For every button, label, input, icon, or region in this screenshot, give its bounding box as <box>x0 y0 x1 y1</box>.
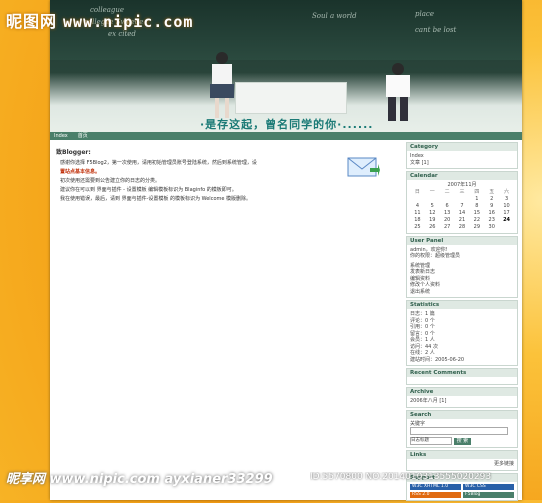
calendar-day[interactable]: 20 <box>440 217 455 224</box>
calendar-day[interactable]: 29 <box>469 224 484 231</box>
calendar-day[interactable]: 2 <box>484 196 499 203</box>
recent-comments-panel: Recent Comments <box>406 368 518 385</box>
calendar-day[interactable]: 24 <box>499 217 514 224</box>
chalk-text: place <box>415 10 434 18</box>
calendar-day[interactable]: 5 <box>425 203 440 210</box>
calendar-day[interactable]: 4 <box>410 203 425 210</box>
statistics-panel: Statistics 日志：1 篇 评论：0 个 引用：0 个 留言：0 个 会… <box>406 300 518 366</box>
top-nav: Index 首页 <box>50 132 522 140</box>
calendar-day[interactable]: 27 <box>440 224 455 231</box>
calendar-day[interactable]: 13 <box>440 210 455 217</box>
calendar-day[interactable]: 12 <box>425 210 440 217</box>
panel-title: Search <box>407 410 517 419</box>
archive-item[interactable]: 2006年八月 [1] <box>410 398 514 405</box>
chalk-text: Soul a world <box>312 12 357 20</box>
envelope-icon <box>347 157 380 177</box>
boy-figure <box>386 63 410 121</box>
support-badge[interactable]: W3C XHTML 1.0 <box>410 483 461 490</box>
panel-title: Links <box>407 451 517 459</box>
panel-title: Calendar <box>407 172 517 180</box>
intro-line: 我在使用错误，最后，请到 界面与插件-设置模板 的模板标识为 Welcome 模… <box>60 196 252 202</box>
search-type-select[interactable]: 日志标题 <box>410 437 452 445</box>
watermark-url: www.nipic.com <box>63 13 194 31</box>
calendar-day[interactable]: 8 <box>469 203 484 210</box>
user-link-logout[interactable]: 退出系统 <box>410 289 514 296</box>
blog-page: colleague collegee Sweede ex cited Soul … <box>50 0 522 503</box>
calendar-weekday: 三 <box>459 188 465 195</box>
calendar-day[interactable]: 30 <box>484 224 499 231</box>
banner-slogan: ·是存这起，曾名同学的你·...... <box>200 118 374 131</box>
panel-title: Category <box>407 143 517 151</box>
more-links[interactable]: 更多链接 <box>494 461 514 467</box>
calendar-day[interactable]: 23 <box>484 217 499 224</box>
panel-title: User Panel <box>407 236 517 245</box>
sidebar: Category Index 文章 [1] Calendar 2007年11月 … <box>406 142 518 503</box>
calendar-day[interactable]: 15 <box>469 210 484 217</box>
calendar-day[interactable]: 22 <box>469 217 484 224</box>
calendar-day[interactable]: 19 <box>425 217 440 224</box>
calendar-day <box>425 196 440 203</box>
panel-title: Statistics <box>407 301 517 309</box>
calendar-day[interactable]: 25 <box>410 224 425 231</box>
support-badge[interactable]: W3C CSS <box>463 483 514 490</box>
calendar-day[interactable]: 17 <box>499 210 514 217</box>
chalk-text: cant be lost <box>415 26 457 34</box>
stat-row: 建站时间：2005-06-20 <box>410 356 465 363</box>
calendar-day[interactable]: 3 <box>499 196 514 203</box>
calendar-day[interactable]: 9 <box>484 203 499 210</box>
nav-item-home[interactable]: 首页 <box>74 132 92 140</box>
calendar-weekday: 六 <box>504 188 510 195</box>
calendar-day[interactable]: 16 <box>484 210 499 217</box>
calendar-day[interactable]: 6 <box>440 203 455 210</box>
user-panel: User Panel admin，欢迎你! 你的权限：超级管理员 系统管理 发表… <box>406 235 518 298</box>
calendar-panel: Calendar 2007年11月 日一二三四五六 1 2 3 4 5 6 7 8 9 10 11 12… <box>406 171 518 234</box>
links-panel: Links 更多链接 <box>406 450 518 471</box>
calendar-day <box>410 196 425 203</box>
calendar-day[interactable]: 1 <box>469 196 484 203</box>
calendar-day[interactable]: 14 <box>455 210 470 217</box>
calendar-weekday: 二 <box>444 188 450 195</box>
calendar-day[interactable]: 18 <box>410 217 425 224</box>
category-item-articles[interactable]: 文章 [1] <box>410 160 514 167</box>
calendar-weekday: 一 <box>429 188 435 195</box>
support-badge[interactable]: RSS 2.0 <box>410 491 461 498</box>
support-badge[interactable]: F5Blog <box>463 491 514 498</box>
search-button[interactable]: 搜 索 <box>453 437 472 445</box>
calendar-day[interactable]: 7 <box>455 203 470 210</box>
calendar-day <box>455 196 470 203</box>
calendar-weekday: 四 <box>474 188 480 195</box>
calendar-day[interactable]: 28 <box>455 224 470 231</box>
calendar-weekday: 五 <box>489 188 495 195</box>
panel-title: Archive <box>407 388 517 396</box>
calendar-day[interactable]: 21 <box>455 217 470 224</box>
calendar-day[interactable]: 26 <box>425 224 440 231</box>
intro-line: 建议你在可以到 界面与插件 - 设置模板 编辑模板标识为 Blaginfo 的模… <box>60 187 237 193</box>
main-content: 致Blogger: 感谢你选择 F5Blog2，第一次使用，请用初始管理员账号登… <box>54 142 400 468</box>
calendar-day[interactable]: 10 <box>499 203 514 210</box>
desk <box>235 82 347 114</box>
search-panel: Search 关键字 日志标题 搜 索 <box>406 409 518 448</box>
calendar-day <box>499 224 514 231</box>
calendar-day[interactable]: 11 <box>410 210 425 217</box>
watermark-top: 昵图网 www.nipic.com <box>6 8 193 32</box>
calendar-day <box>440 196 455 203</box>
calendar-grid: 日一二三四五六 1 2 3 4 5 6 7 8 9 10 11 12 13 14 15 16 17 18 19 20 21… <box>410 189 514 231</box>
nav-item-index[interactable]: Index <box>50 132 72 140</box>
search-input[interactable] <box>410 427 508 435</box>
watermark-id: ID:5570800 NO:2014010313555020293 <box>310 472 492 482</box>
watermark-bottom: 昵享网 www.nipic.com ayxianer33299 <box>6 472 273 487</box>
archive-panel: Archive 2006年八月 [1] <box>406 387 518 408</box>
watermark-brand: 昵图网 <box>6 12 58 31</box>
calendar-weekday: 日 <box>414 188 420 195</box>
panel-title: Recent Comments <box>407 369 517 377</box>
category-panel: Category Index 文章 [1] <box>406 142 518 169</box>
